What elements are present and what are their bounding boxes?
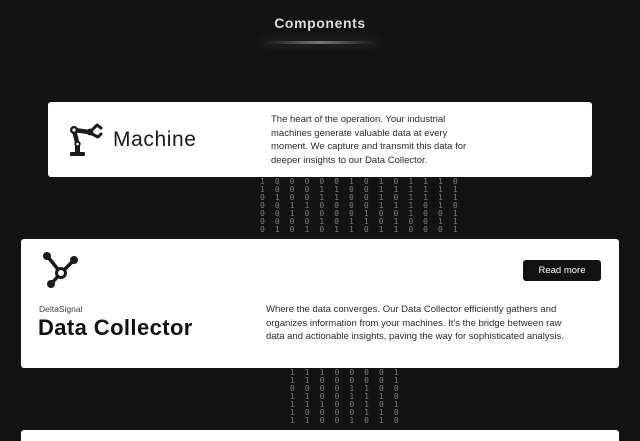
hub-nodes-icon [43,252,78,288]
machine-description: The heart of the operation. Your industr… [271,114,467,166]
read-more-button[interactable]: Read more [523,260,601,281]
machine-card: Machine The heart of the operation. Your… [48,102,592,177]
binary-row: 0 1 0 1 0 1 1 0 1 1 0 0 0 1 [260,225,461,234]
next-component-card [21,430,619,441]
data-collector-description: Where the data converges. Our Data Colle… [266,304,564,342]
data-collector-title: Data Collector [38,315,193,340]
brand-label: DeltaSignal [39,304,83,314]
robot-arm-icon [70,123,103,156]
binary-stream-top: 1 0 0 0 0 0 1 0 1 0 1 1 1 0 1 0 0 0 1 1 … [260,178,461,234]
heading-underline-glow [260,41,380,44]
data-collector-card: Read more DeltaSignal Data Collector Whe… [21,239,619,368]
machine-title: Machine [113,128,197,151]
components-heading: Components [274,15,366,31]
binary-stream-bottom: 1 1 1 0 0 0 0 1 1 1 0 0 0 0 0 1 0 0 0 0 … [290,369,402,425]
binary-row: 1 1 0 0 1 0 1 0 [290,416,402,425]
